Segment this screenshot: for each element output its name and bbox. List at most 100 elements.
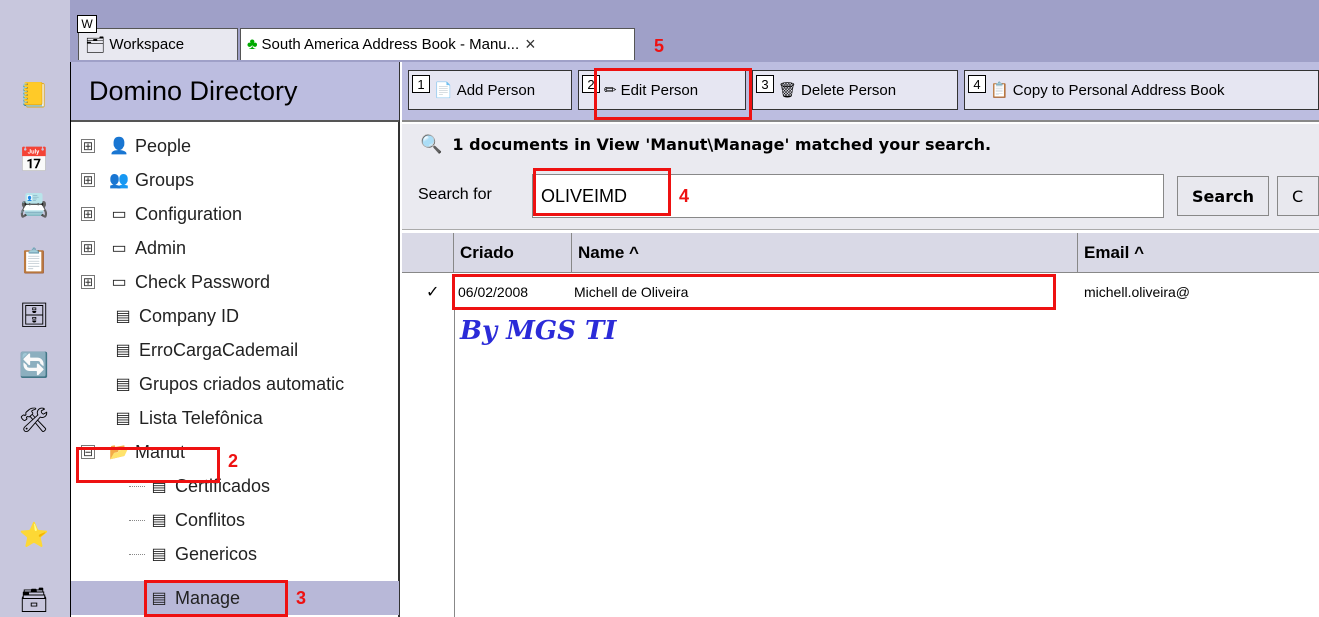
nav-item-label: Manut [135, 441, 186, 462]
nav-item-check-password[interactable]: ⊞ ▭ Check Password [71, 265, 399, 299]
nav-item-grupos-criados[interactable]: ▤ Grupos criados automatic [71, 367, 399, 401]
view-icon: ▤ [115, 376, 131, 393]
cell-name: Michell de Oliveira [574, 284, 689, 300]
tab-label: Workspace [109, 36, 185, 53]
accelerator-key: 4 [968, 75, 986, 93]
nav-item-label: ErroCargaCademail [139, 339, 299, 360]
search-input[interactable]: OLIVEIMD [532, 174, 1164, 218]
favorites-icon[interactable]: ⭐ [17, 520, 51, 552]
tab-label: South America Address Book - Manu... [261, 36, 520, 53]
nav-item-conflitos[interactable]: ▤ Conflitos [71, 503, 399, 537]
expand-icon[interactable]: ⊞ [81, 207, 95, 221]
delete-person-icon: 🗑 [778, 82, 798, 99]
search-status-bar: 🔍 1 documents in View 'Manut\Manage' mat… [402, 124, 1319, 164]
nav-item-label: Certificados [175, 475, 271, 496]
bookmark-b-icon[interactable]: 📒 [17, 80, 51, 112]
column-header-criado[interactable]: Criado [454, 233, 572, 273]
nav-item-label: Admin [135, 237, 187, 258]
collapse-icon[interactable]: ⊟ [81, 445, 95, 459]
nav-item-admin[interactable]: ⊞ ▭ Admin [71, 231, 399, 265]
add-person-button[interactable]: 1 📄 Add Person [408, 70, 572, 110]
search-bar: Search for OLIVEIMD Search C [402, 164, 1319, 230]
nav-item-label: People [135, 135, 192, 156]
view-icon: ▤ [115, 410, 131, 427]
button-label: Edit Person [620, 81, 699, 99]
nav-item-label: Check Password [135, 271, 271, 292]
nav-item-label: Configuration [135, 203, 243, 224]
pane-title: Domino Directory [71, 62, 399, 122]
tab-accelerator-badge: W [77, 15, 97, 33]
view-icon: ▤ [151, 512, 167, 529]
accelerator-key: 3 [756, 75, 774, 93]
tab-workspace[interactable]: W 🗂 Workspace [77, 15, 238, 60]
todo-icon[interactable]: 📋 [17, 246, 51, 278]
annotation-label-2: 2 [228, 451, 239, 471]
expand-icon[interactable]: ⊞ [81, 241, 95, 255]
replicator-icon[interactable]: 🔄 [17, 350, 51, 382]
edit-pencil-icon: ✏ [604, 82, 617, 99]
nav-item-certificados[interactable]: ▤ Certificados [71, 469, 399, 503]
copy-to-personal-address-book-button[interactable]: 4 📋 Copy to Personal Address Book [964, 70, 1319, 110]
window-tab-bar: W 🗂 Workspace ♣ South America Address Bo… [70, 0, 1319, 62]
nav-item-groups[interactable]: ⊞ 👥 Groups [71, 163, 399, 197]
search-label: Search for [418, 186, 492, 203]
bookmark-bar: 📒 📅 📇 📋 🗄 🔄 🛠 ⭐ 🗃 [0, 0, 70, 617]
nav-item-genericos[interactable]: ▤ Genericos [71, 537, 399, 571]
column-header-email[interactable]: Email ^ [1078, 233, 1319, 273]
calendar-icon[interactable]: 📅 [17, 145, 51, 177]
tools-icon[interactable]: 🛠 [17, 405, 51, 437]
folder-icon: ▭ [111, 206, 127, 223]
accelerator-key: 2 [582, 75, 600, 93]
nav-item-people[interactable]: ⊞ 👤 People [71, 129, 399, 163]
search-button[interactable]: Search [1177, 176, 1269, 216]
action-bar: 1 📄 Add Person 2 ✏ Edit Person 3 🗑 Delet… [402, 62, 1319, 122]
clear-search-button[interactable]: C [1277, 176, 1319, 216]
expand-icon[interactable]: ⊞ [81, 139, 95, 153]
nav-item-lista-telefonica[interactable]: ▤ Lista Telefônica [71, 401, 399, 435]
annotation-label-3: 3 [296, 588, 307, 608]
folder-icon: ▭ [111, 240, 127, 257]
accelerator-key: 1 [412, 75, 430, 93]
open-folder-icon: 📂 [109, 444, 129, 461]
view-icon: ▤ [115, 342, 131, 359]
databases-icon[interactable]: 🗄 [17, 300, 51, 332]
cell-criado: 06/02/2008 [458, 284, 529, 300]
annotation-label-4: 4 [679, 186, 690, 206]
column-header-name[interactable]: Name ^ [572, 233, 1078, 273]
edit-person-button[interactable]: 2 ✏ Edit Person [578, 70, 746, 110]
button-label: Delete Person [801, 81, 897, 99]
table-row[interactable]: ✓ 06/02/2008 Michell de Oliveira michell… [402, 276, 1319, 310]
checkmark-icon: ✓ [426, 284, 440, 301]
nav-item-errocargacademail[interactable]: ▤ ErroCargaCademail [71, 333, 399, 367]
cell-email: michell.oliveira@ [1084, 284, 1191, 300]
view-icon: ▤ [151, 546, 167, 563]
contacts-icon[interactable]: 📇 [17, 190, 51, 222]
watermark-text: By MGS TI [460, 316, 617, 346]
nav-item-company-id[interactable]: ▤ Company ID [71, 299, 399, 333]
south-america-icon: ♣ [247, 35, 258, 53]
search-input-value: OLIVEIMD [541, 185, 628, 206]
nav-item-label: Manage [175, 587, 241, 608]
view-icon: ▤ [151, 478, 167, 495]
more-bookmarks-icon[interactable]: 🗃 [17, 585, 51, 617]
nav-item-manage[interactable]: ▤ Manage [71, 581, 399, 615]
view-icon: ▤ [115, 308, 131, 325]
selection-column-header [402, 233, 454, 273]
button-label: Copy to Personal Address Book [1012, 81, 1225, 99]
annotation-label-5: 5 [654, 36, 665, 56]
nav-item-label: Lista Telefônica [139, 407, 263, 428]
delete-person-button[interactable]: 3 🗑 Delete Person [752, 70, 958, 110]
column-divider [454, 276, 455, 617]
expand-icon[interactable]: ⊞ [81, 173, 95, 187]
folder-icon: ▭ [111, 274, 127, 291]
search-status-text: 1 documents in View 'Manut\Manage' match… [452, 134, 992, 154]
nav-item-label: Conflitos [175, 509, 246, 530]
close-tab-icon[interactable]: × [525, 34, 536, 55]
group-icon: 👥 [109, 172, 129, 189]
nav-item-label: Grupos criados automatic [139, 373, 345, 394]
person-icon: 👤 [109, 138, 129, 155]
nav-item-configuration[interactable]: ⊞ ▭ Configuration [71, 197, 399, 231]
expand-icon[interactable]: ⊞ [81, 275, 95, 289]
magnifier-icon: 🔍 [420, 133, 443, 155]
tab-address-book[interactable]: ♣ South America Address Book - Manu... × [240, 28, 635, 60]
